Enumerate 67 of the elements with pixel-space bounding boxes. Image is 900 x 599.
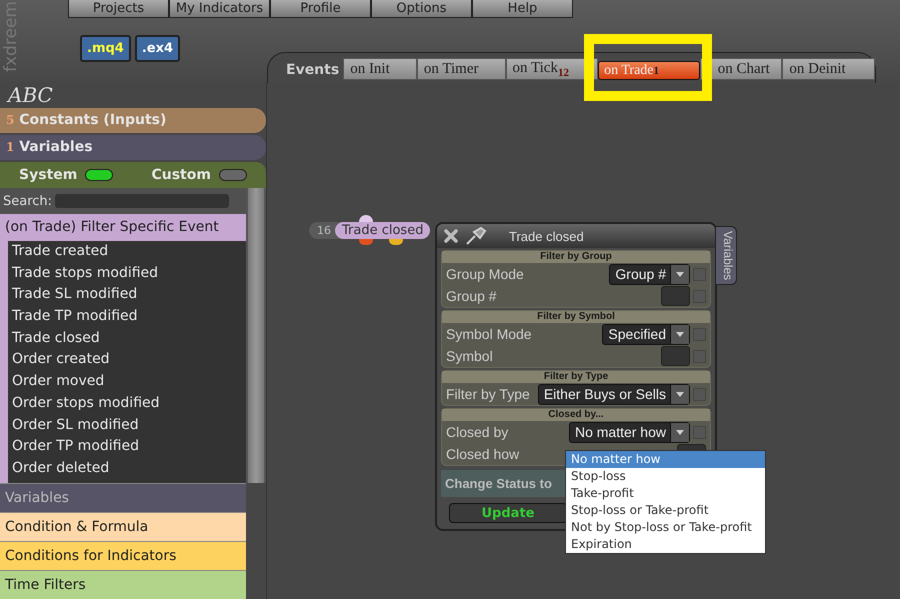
menu-button[interactable]: Profile [270,0,371,18]
close-icon[interactable] [443,228,459,244]
field-label: Group Mode [446,266,524,282]
category-header[interactable]: Time Filters [0,570,246,599]
select-field[interactable]: Group # [609,264,690,284]
events-label: Events [286,62,340,80]
scrollbar[interactable] [246,188,266,483]
search-field[interactable] [55,194,230,208]
section-title: Closed by... [442,409,710,421]
field-label: Symbol [446,348,493,364]
dropdown-option[interactable]: Stop-loss or Take-profit [566,502,765,519]
event-item[interactable]: Order moved [8,371,246,393]
input-field[interactable] [661,346,690,366]
caret-icon [676,332,684,336]
dropdown-option[interactable]: No matter how [566,451,765,468]
menu-button[interactable]: Options [371,0,472,18]
menu-button[interactable]: Projects [68,0,169,18]
event-item[interactable]: Trade created [8,241,246,263]
caret-icon [676,430,684,434]
group-header[interactable]: (on Trade) Filter Specific Event [0,214,246,241]
dropdown-option[interactable]: Expiration [566,536,765,553]
menu-button[interactable]: Help [472,0,573,18]
variables-tab[interactable]: Variables [715,226,737,286]
select-field[interactable]: Specified [602,324,690,344]
caret-icon [676,392,684,396]
dialog-title: Trade closed [509,228,584,244]
pin-icon[interactable] [465,227,487,245]
category-header[interactable]: Variables [0,483,246,512]
field-label: Group # [446,288,497,304]
event-item[interactable]: Order stops modified [8,392,246,414]
event-tab[interactable]: on Deinit [782,58,876,80]
caret-icon [676,272,684,276]
section-title: Filter by Type [442,371,710,383]
event-item[interactable]: Order TP modified [8,436,246,458]
toggle-label: Custom [151,167,211,183]
event-item[interactable]: Order SL modified [8,414,246,436]
event-tab[interactable]: on Timer [416,58,506,80]
select-field[interactable]: No matter how [568,422,690,442]
category-header[interactable]: Condition & Formula [0,512,246,541]
section-title: Filter by Symbol [442,311,710,323]
search-label: Search: [3,194,52,208]
toggle-switch[interactable] [218,169,247,181]
menu-button[interactable]: My Indicators [169,0,270,18]
update-button[interactable]: Update [449,503,567,523]
variables-header[interactable]: 1 Variables [0,135,266,160]
event-item[interactable]: Order deleted [8,458,246,480]
file-button[interactable]: .mq4 [80,35,131,62]
field-label: Closed how [446,446,520,462]
toggle-label: System [19,167,78,183]
event-item[interactable]: Trade closed [8,328,246,350]
section-title: Filter by Group [442,251,710,263]
dropdown-option[interactable]: Not by Stop-loss or Take-profit [566,519,765,536]
category-header[interactable]: Conditions for Indicators [0,541,246,570]
event-item[interactable]: Order created [8,349,246,372]
input-field[interactable] [661,286,690,306]
field-label: Closed by [446,424,508,440]
toggle-switch[interactable] [85,169,114,181]
field-label: Filter by Type [446,386,530,402]
select-field[interactable]: Either Buys or Sells [538,384,690,404]
block-node[interactable]: Trade closed [335,222,430,239]
event-item[interactable]: Trade TP modified [8,306,246,328]
event-item[interactable]: Trade stops modified [8,262,246,284]
field-label: Symbol Mode [446,326,532,342]
event-tab[interactable]: on Init [343,58,417,80]
event-item[interactable]: Trade SL modified [8,284,246,306]
file-button[interactable]: .ex4 [134,35,180,62]
abc-label: ABC [6,82,54,108]
